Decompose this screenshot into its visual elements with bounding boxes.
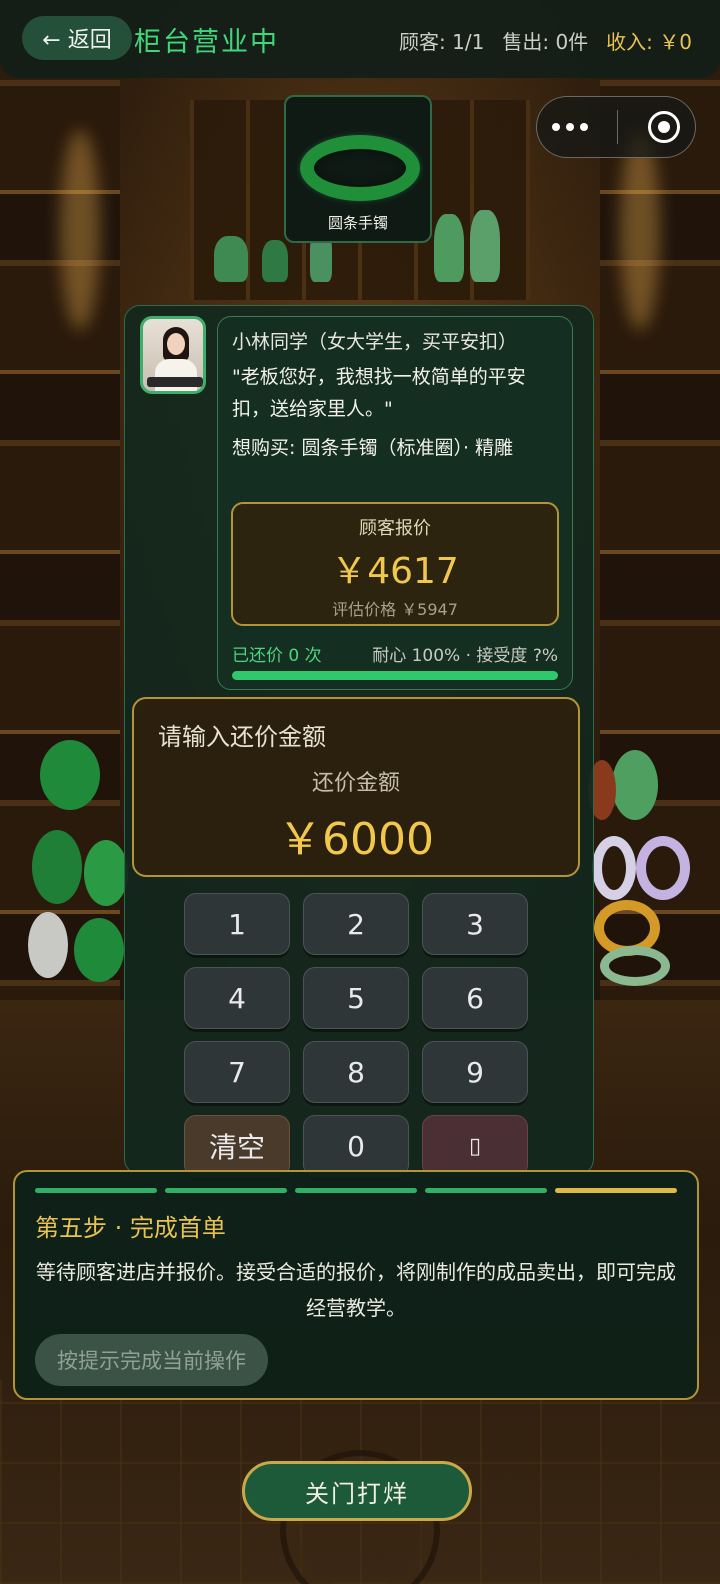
patience-bar-fill [232,671,558,680]
key-3[interactable]: 3 [422,893,528,955]
customer-avatar [140,316,206,394]
customer-quote: "老板您好，我想找一枚简单的平安扣，送给家里人。" [232,366,526,420]
shop-stats: 顾客: 1/1 售出: 0件 收入: ￥0 [399,26,692,55]
key-9[interactable]: 9 [422,1041,528,1103]
step-3-indicator [295,1188,417,1193]
estimate-price: 评估价格 ￥5947 [332,600,458,619]
key-2[interactable]: 2 [303,893,409,955]
counter-value: ￥6000 [278,814,434,865]
customer-wants: 想购买: 圆条手镯（标准圈）· 精雕 [232,437,514,459]
customer-offer-box: 顾客报价 ￥4617 评估价格 ￥5947 [231,502,559,626]
step-1-indicator [35,1188,157,1193]
key-6[interactable]: 6 [422,967,528,1029]
page-title: 柜台营业中 [134,27,279,58]
tutorial-title: 第五步 · 完成首单 [35,1214,226,1242]
key-0[interactable]: 0 [303,1115,409,1177]
back-button[interactable]: ← 返回 [22,16,132,60]
negotiation-status: 已还价 0 次 耐心 100% · 接受度 ?% [232,641,558,666]
customer-card: 小林同学（女大学生，买平安扣） "老板您好，我想找一枚简单的平安扣，送给家里人。… [217,316,573,690]
key-8[interactable]: 8 [303,1041,409,1103]
sold-count: 售出: 0件 [502,30,589,54]
miniprogram-capsule [536,96,696,158]
step-5-indicator [555,1188,677,1193]
customer-name: 小林同学（女大学生，买平安扣） [232,331,518,353]
offer-label: 顾客报价 [359,518,431,539]
step-4-indicator [425,1188,547,1193]
top-bar: ← 返回 柜台营业中 顾客: 1/1 售出: 0件 收入: ￥0 [0,0,720,78]
tutorial-text: 等待顾客进店并报价。接受合适的报价，将刚制作的成品卖出，即可完成经营教学。 [36,1260,676,1320]
counter-label: 还价金额 [311,771,400,796]
counter-heading: 请输入还价金额 [158,723,326,751]
counter-offer-box: 请输入还价金额 还价金额 ￥6000 [132,697,580,877]
bangle-icon [300,135,420,201]
clear-button[interactable]: 清空 [184,1115,290,1177]
product-card: 圆条手镯 [284,95,432,243]
key-5[interactable]: 5 [303,967,409,1029]
patience-bar [232,671,558,680]
close-target-icon[interactable] [648,111,681,143]
more-icon[interactable] [551,123,588,131]
product-label: 圆条手镯 [327,214,388,232]
customer-count: 顾客: 1/1 [399,30,485,54]
offer-value: ￥4617 [331,551,459,592]
close-shop-button[interactable]: 关门打烊 [242,1461,472,1521]
tutorial-action-button[interactable]: 按提示完成当前操作 [35,1334,268,1386]
key-1[interactable]: 1 [184,893,290,955]
step-progress [35,1188,677,1193]
step-2-indicator [165,1188,287,1193]
tutorial-panel: 第五步 · 完成首单 等待顾客进店并报价。接受合适的报价，将刚制作的成品卖出，即… [13,1170,699,1400]
key-4[interactable]: 4 [184,967,290,1029]
counter-count: 已还价 0 次 [232,646,322,666]
key-7[interactable]: 7 [184,1041,290,1103]
patience-acceptance: 耐心 100% · 接受度 ?% [372,646,558,666]
income-value: 收入: ￥0 [606,30,692,54]
delete-key[interactable]: ▯ [422,1115,528,1177]
